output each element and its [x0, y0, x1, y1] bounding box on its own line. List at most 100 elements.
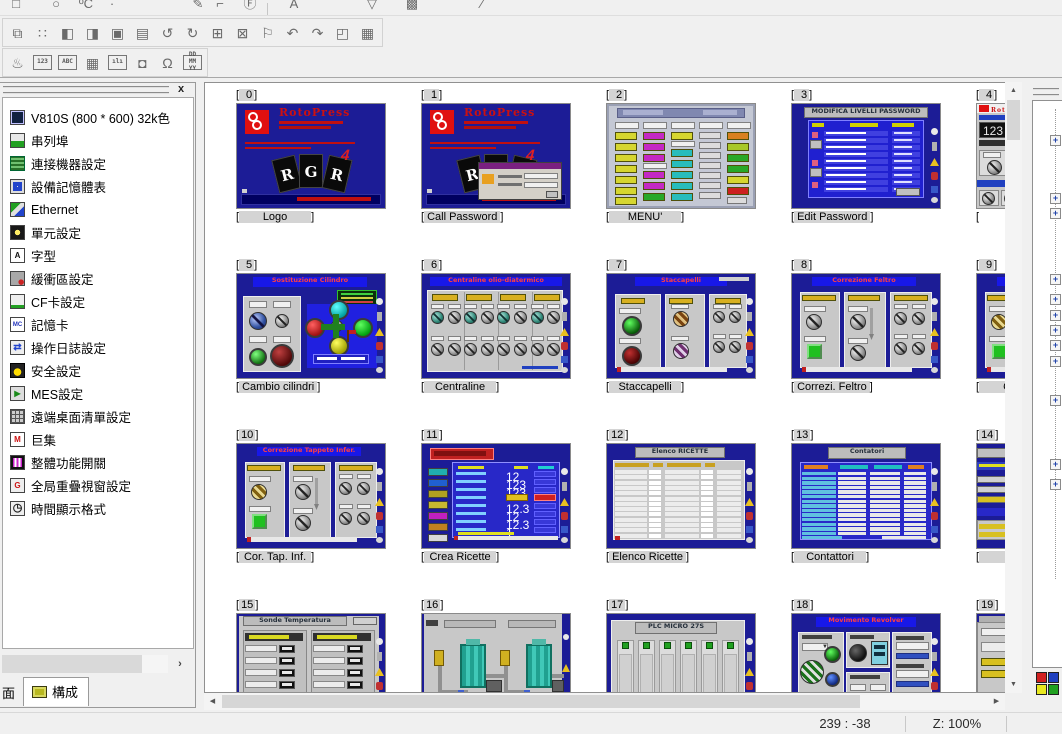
panel-drag-grip[interactable] [1033, 88, 1059, 96]
screen-thumbnail[interactable]: Centraline olio-diatermico [421, 273, 571, 379]
screen-thumbnail[interactable]: Correzione [976, 273, 1005, 379]
scroll-down-icon[interactable]: ▼ [1005, 676, 1022, 693]
rect-tool-icon[interactable]: □ [6, 0, 26, 14]
screen-thumbnail[interactable]: RotoPressRGR4 [421, 103, 571, 209]
screen-thumbnail[interactable]: PLC MICRO 27S [606, 613, 756, 693]
swap-objects-alt-icon[interactable]: ⊠ [230, 21, 255, 45]
bracket-tool-icon[interactable]: ⌐ [210, 0, 230, 14]
undo-icon[interactable]: ↶ [280, 21, 305, 45]
tree-expand-button[interactable]: + [1050, 135, 1061, 146]
polygon-tool-icon[interactable]: ▽ [362, 0, 382, 14]
sidebar-hscroll-right-icon[interactable]: › [170, 655, 190, 673]
line-tool-icon[interactable]: ∕ [472, 0, 492, 14]
tree-item-remote-desktop[interactable]: 遠端桌面清單設定 [3, 405, 193, 428]
numeric-display-icon[interactable]: 123 [33, 55, 52, 70]
screen-thumbnail[interactable] [421, 613, 571, 693]
tree-item-v810s-device[interactable]: V810S (800 * 600) 32k色 [3, 106, 193, 129]
swap-objects-icon[interactable]: ⊞ [205, 21, 230, 45]
tree-item-mes[interactable]: ▶MES設定 [3, 382, 193, 405]
tree-expand-button[interactable]: + [1050, 310, 1061, 321]
screen-thumbnail[interactable]: Correzione Feltro [791, 273, 941, 379]
stamp-tool-icon[interactable]: ▩ [402, 0, 422, 14]
multi-copy-icon[interactable]: ∷ [30, 21, 55, 45]
degree-text-icon[interactable]: ºC [76, 0, 96, 14]
color-palette-icon[interactable] [1036, 672, 1060, 696]
tree-item-unit-settings[interactable]: 單元設定 [3, 221, 193, 244]
copy-object-icon[interactable]: ⧉ [5, 21, 30, 45]
screen-thumbnail[interactable]: 1212312312.31212.31 [421, 443, 571, 549]
machine-part-icon[interactable]: ♨ [5, 51, 30, 75]
tree-item-buffer-settings[interactable]: 緩衝區設定 [3, 267, 193, 290]
connector-icon[interactable]: ◘ [130, 51, 155, 75]
alarm-bell-icon[interactable]: Ω [155, 51, 180, 75]
tree-expand-button[interactable]: + [1050, 459, 1061, 470]
screen-thumbnail[interactable]: Correzione Tappeto Infer. [236, 443, 386, 549]
select-object-icon[interactable]: ◰ [330, 21, 355, 45]
rotate-ccw-icon[interactable]: ↺ [155, 21, 180, 45]
tree-item-ethernet[interactable]: Ethernet [3, 198, 193, 221]
sidebar-hscrollbar[interactable] [2, 655, 168, 673]
screen-thumbnail[interactable]: Sonde Temperatura [236, 613, 386, 693]
main-vscrollbar[interactable] [1005, 82, 1022, 693]
tab-screen-partial[interactable]: 面 [0, 679, 17, 706]
scroll-up-icon[interactable]: ▲ [1005, 82, 1022, 99]
scroll-right-icon[interactable]: ▶ [988, 693, 1005, 710]
group-icon[interactable]: ◧ [55, 21, 80, 45]
screen-thumbnail[interactable]: RotoPress123 [976, 103, 1005, 209]
tree-expand-button[interactable]: + [1050, 274, 1061, 285]
tree-item-font[interactable]: A字型 [3, 244, 193, 267]
function-tool-icon[interactable]: Ⓕ [240, 0, 260, 14]
tree-expand-button[interactable]: + [1050, 479, 1061, 490]
screen-thumbnail[interactable]: MODIFICA LIVELLI PASSWORD [791, 103, 941, 209]
tree-item-operation-log[interactable]: ⇄操作日誌設定 [3, 336, 193, 359]
tree-expand-button[interactable]: + [1050, 395, 1061, 406]
main-hscroll-thumb[interactable] [222, 695, 860, 708]
screen-thumbnail[interactable] [976, 443, 1005, 549]
text-tool-icon[interactable]: A [284, 0, 304, 14]
tree-expand-button[interactable]: + [1050, 356, 1061, 367]
pin-icon[interactable]: ⚐ [255, 21, 280, 45]
screen-thumbnail[interactable] [976, 613, 1005, 693]
screen-thumbnail[interactable]: Sostituzione Cilindro [236, 273, 386, 379]
tree-item-time-format[interactable]: ◷時間顯示格式 [3, 497, 193, 520]
date-display-icon[interactable]: DD MM YY [183, 55, 202, 70]
frame-edit-alt-icon[interactable]: ▤ [130, 21, 155, 45]
screen-thumbnail[interactable]: Staccapelli [606, 273, 756, 379]
rotate-cw-icon[interactable]: ↻ [180, 21, 205, 45]
tree-item-global-function[interactable]: 整體功能開關 [3, 451, 193, 474]
tree-item-macro[interactable]: M巨集 [3, 428, 193, 451]
frame-edit-icon[interactable]: ▣ [105, 21, 130, 45]
tree-item-memory-card[interactable]: MC記憶卡 [3, 313, 193, 336]
tree-expand-button[interactable]: + [1050, 294, 1061, 305]
tree-expand-button[interactable]: + [1050, 208, 1061, 219]
tree-item-cf-card[interactable]: CF卡設定 [3, 290, 193, 313]
tree-item-security[interactable]: 安全設定 [3, 359, 193, 382]
tree-expand-button[interactable]: + [1050, 193, 1061, 204]
screen-thumbnail[interactable] [606, 103, 756, 209]
main-vscroll-thumb[interactable] [1007, 100, 1020, 140]
sidebar-hscroll-thumb[interactable] [2, 655, 142, 673]
tree-item-global-overlap[interactable]: G全局重疊視窗設定 [3, 474, 193, 497]
screen-thumbnail[interactable]: Movimento Revolver▼ [791, 613, 941, 693]
close-icon[interactable]: x [173, 83, 189, 97]
tree-item-plc-connection[interactable]: 連接機器設定 [3, 152, 193, 175]
object-editor-icon[interactable]: ▦ [355, 21, 380, 45]
text-display-icon[interactable]: ABC [58, 55, 77, 70]
ungroup-icon[interactable]: ◨ [80, 21, 105, 45]
screen-thumbnail[interactable]: Contatori [791, 443, 941, 549]
screen-thumbnail[interactable]: RotoPressRGR4 [236, 103, 386, 209]
tab-composition[interactable]: 構成 [23, 677, 89, 706]
tree-item-serial-port[interactable]: 串列埠 [3, 129, 193, 152]
pen-tool-icon[interactable]: ✎ [188, 0, 208, 14]
sidebar-drag-grip[interactable] [3, 86, 169, 94]
tree-expand-button[interactable]: + [1050, 340, 1061, 351]
ellipse-tool-icon[interactable]: ○ [46, 0, 66, 14]
keypad-icon[interactable]: ▦ [80, 51, 105, 75]
screen-thumbnail[interactable]: Elenco RICETTE [606, 443, 756, 549]
tree-expand-button[interactable]: + [1050, 325, 1061, 336]
graph-icon[interactable]: ılı [108, 55, 127, 70]
dot-tool-icon[interactable]: · [102, 0, 122, 14]
redo-icon[interactable]: ↷ [305, 21, 330, 45]
tree-item-device-memory[interactable]: 設備記憶體表 [3, 175, 193, 198]
scroll-left-icon[interactable]: ◀ [204, 693, 221, 710]
